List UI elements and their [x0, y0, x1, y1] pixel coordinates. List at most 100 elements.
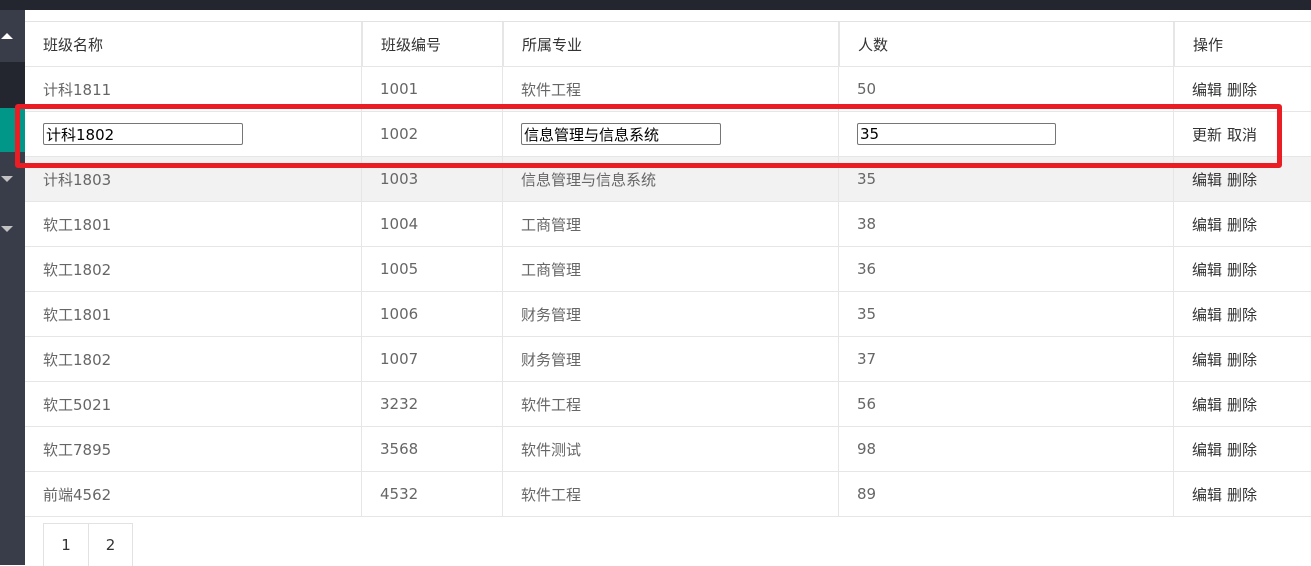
cell-major: 软件工程: [502, 382, 838, 426]
table-row: 软工1802 1007 财务管理 37 编辑 删除: [25, 337, 1311, 382]
table-row: 软工1801 1006 财务管理 35 编辑 删除: [25, 292, 1311, 337]
cell-actions: 编辑 删除: [1173, 202, 1311, 246]
cell-major: 工商管理: [502, 202, 838, 246]
table-header-row: 班级名称 班级编号 所属专业 人数 操作: [25, 22, 1311, 67]
edit-link[interactable]: 编辑: [1192, 169, 1222, 190]
cell-count: 89: [838, 472, 1173, 516]
cell-class-name: 软工1802: [43, 350, 112, 369]
delete-link[interactable]: 删除: [1227, 439, 1257, 460]
cell-class-code: 1003: [361, 157, 502, 201]
edit-link[interactable]: 编辑: [1192, 484, 1222, 505]
edit-link[interactable]: 编辑: [1192, 394, 1222, 415]
cell-major: 财务管理: [502, 292, 838, 336]
cell-class-code: 3568: [361, 427, 502, 471]
edit-link[interactable]: 编辑: [1192, 259, 1222, 280]
cell-class-code: 1006: [361, 292, 502, 336]
class-table: 班级名称 班级编号 所属专业 人数 操作 计科1811 1001 软件工程 50…: [25, 21, 1311, 517]
header-class-code: 班级编号: [361, 22, 502, 66]
sidebar-item-active[interactable]: [0, 108, 25, 152]
edit-link[interactable]: 编辑: [1192, 304, 1222, 325]
cell-class-code: 1007: [361, 337, 502, 381]
collapse-caret-icon[interactable]: [1, 33, 13, 39]
sidebar-item[interactable]: [0, 62, 25, 108]
cell-actions: 编辑 删除: [1173, 382, 1311, 426]
cell-major: 信息管理与信息系统: [502, 157, 838, 201]
header-count: 人数: [838, 22, 1173, 66]
cell-class-name: 计科1803: [43, 170, 112, 189]
sidebar: [0, 10, 25, 565]
cell-actions: 编辑 删除: [1173, 472, 1311, 516]
edit-link[interactable]: 编辑: [1192, 79, 1222, 100]
delete-link[interactable]: 删除: [1227, 304, 1257, 325]
cell-class-name: [25, 112, 361, 156]
delete-link[interactable]: 删除: [1227, 214, 1257, 235]
cancel-link[interactable]: 取消: [1227, 124, 1257, 145]
cell-class-name: 软工5021: [43, 395, 112, 414]
table-row: 软工7895 3568 软件测试 98 编辑 删除: [25, 427, 1311, 472]
edit-link[interactable]: 编辑: [1192, 214, 1222, 235]
header-class-name: 班级名称: [43, 35, 104, 54]
delete-link[interactable]: 删除: [1227, 484, 1257, 505]
edit-link[interactable]: 编辑: [1192, 349, 1222, 370]
table-row-editing: 1002 更新取消: [25, 112, 1311, 157]
cell-class-code: 1001: [361, 67, 502, 111]
cell-class-name: 软工7895: [43, 440, 112, 459]
cell-actions: 编辑 删除: [1173, 292, 1311, 336]
cell-major: 软件工程: [502, 472, 838, 516]
cell-class-name: 软工1801: [43, 215, 112, 234]
cell-count: 98: [838, 427, 1173, 471]
cell-major: 财务管理: [502, 337, 838, 381]
cell-count: 37: [838, 337, 1173, 381]
cell-major: [502, 112, 838, 156]
cell-class-name: 软工1801: [43, 305, 112, 324]
delete-link[interactable]: 删除: [1227, 394, 1257, 415]
edit-link[interactable]: 编辑: [1192, 439, 1222, 460]
class-name-input[interactable]: [43, 123, 243, 145]
expand-caret-icon[interactable]: [1, 176, 13, 182]
cell-class-code: 1005: [361, 247, 502, 291]
header-major: 所属专业: [502, 22, 838, 66]
table-row: 前端4562 4532 软件工程 89 编辑 删除: [25, 472, 1311, 517]
table-row: 软工1802 1005 工商管理 36 编辑 删除: [25, 247, 1311, 292]
cell-class-name: 前端4562: [43, 485, 112, 504]
page-button-1[interactable]: 1: [44, 524, 88, 566]
cell-class-code: 1002: [361, 112, 502, 156]
cell-count: 36: [838, 247, 1173, 291]
delete-link[interactable]: 删除: [1227, 349, 1257, 370]
table-row: 计科1811 1001 软件工程 50 编辑 删除: [25, 67, 1311, 112]
delete-link[interactable]: 删除: [1227, 259, 1257, 280]
cell-actions: 编辑 删除: [1173, 337, 1311, 381]
cell-class-code: 3232: [361, 382, 502, 426]
top-bar: [0, 0, 1311, 10]
cell-actions: 编辑 删除: [1173, 427, 1311, 471]
cell-count: 35: [838, 292, 1173, 336]
cell-major: 工商管理: [502, 247, 838, 291]
expand-caret-icon[interactable]: [1, 226, 13, 232]
table-row: 软工1801 1004 工商管理 38 编辑 删除: [25, 202, 1311, 247]
pagination: 1 2: [43, 523, 133, 566]
cell-count: 56: [838, 382, 1173, 426]
cell-count: [838, 112, 1173, 156]
page-button-2[interactable]: 2: [88, 524, 132, 566]
cell-actions: 编辑 删除: [1173, 247, 1311, 291]
cell-class-name: 软工1802: [43, 260, 112, 279]
table-row: 软工5021 3232 软件工程 56 编辑 删除: [25, 382, 1311, 427]
count-input[interactable]: [857, 123, 1056, 145]
cell-count: 35: [838, 157, 1173, 201]
delete-link[interactable]: 删除: [1227, 169, 1257, 190]
cell-class-code: 1004: [361, 202, 502, 246]
cell-count: 50: [838, 67, 1173, 111]
cell-actions: 更新 取消: [1173, 112, 1311, 156]
cell-major: 软件工程: [502, 67, 838, 111]
delete-link[interactable]: 删除: [1227, 79, 1257, 100]
header-actions: 操作: [1173, 22, 1311, 66]
cell-major: 软件测试: [502, 427, 838, 471]
cell-class-name: 计科1811: [43, 80, 112, 99]
cell-count: 38: [838, 202, 1173, 246]
cell-actions: 编辑 删除: [1173, 157, 1311, 201]
cell-actions: 编辑 删除: [1173, 67, 1311, 111]
major-input[interactable]: [521, 123, 721, 145]
table-row: 计科1803 1003 信息管理与信息系统 35 编辑 删除: [25, 157, 1311, 202]
cell-class-code: 4532: [361, 472, 502, 516]
update-link[interactable]: 更新: [1192, 124, 1222, 145]
